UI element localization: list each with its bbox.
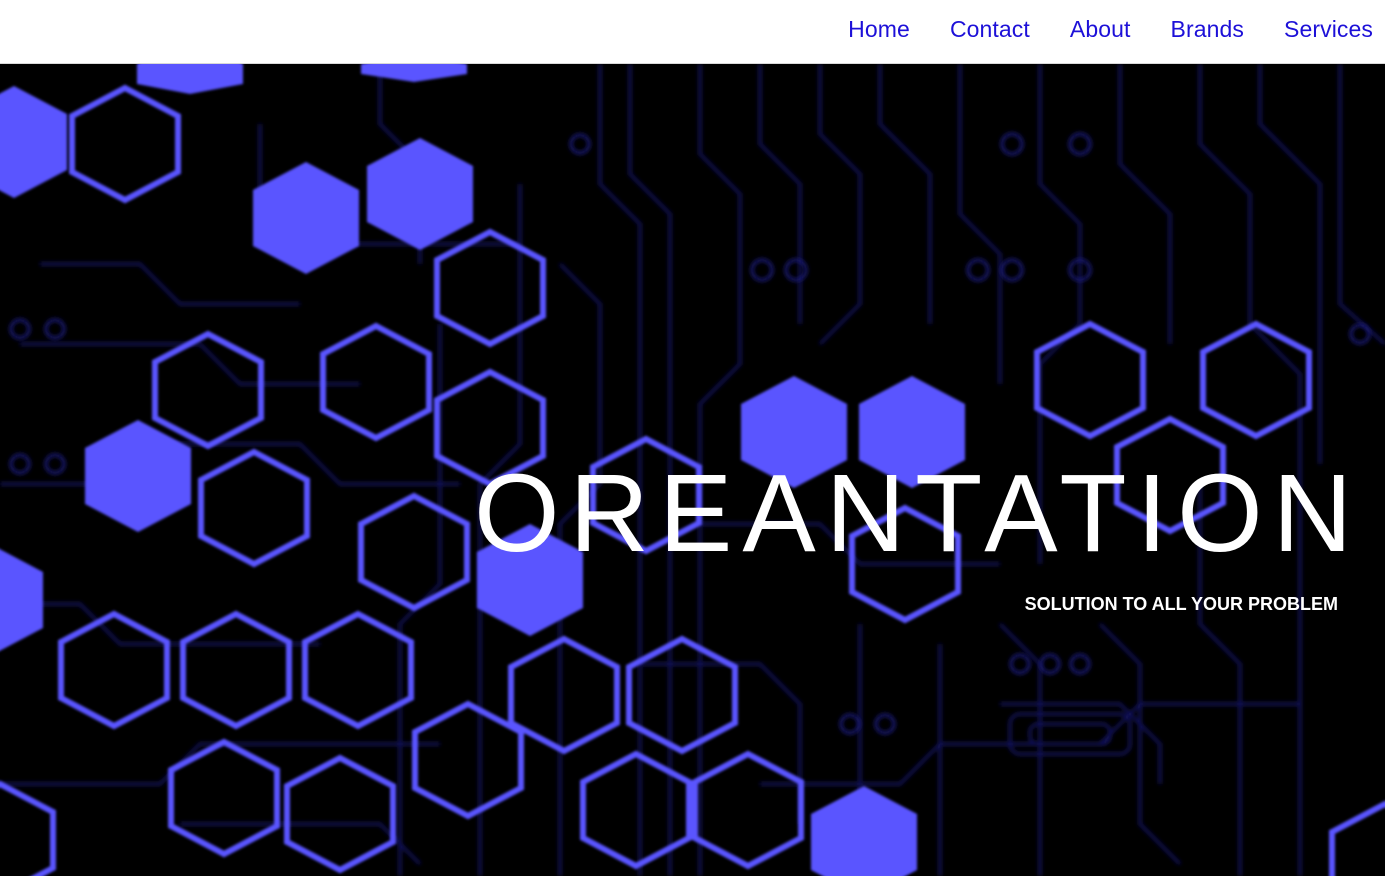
nav-item-about: About xyxy=(1070,16,1131,43)
hero-subtitle: SOLUTION TO ALL YOUR PROBLEM xyxy=(1024,594,1338,614)
nav-item-home: Home xyxy=(848,16,910,43)
hero-banner: OREANTATION SOLUTION TO ALL YOUR PROBLEM xyxy=(0,64,1385,876)
nav-item-brands: Brands xyxy=(1171,16,1244,43)
nav-menu: Home Contact About Brands Services xyxy=(848,16,1373,43)
nav-link-brands[interactable]: Brands xyxy=(1171,16,1244,42)
nav-link-about[interactable]: About xyxy=(1070,16,1131,42)
nav-item-contact: Contact xyxy=(950,16,1030,43)
top-navbar: Home Contact About Brands Services xyxy=(0,0,1385,64)
nav-link-contact[interactable]: Contact xyxy=(950,16,1030,42)
nav-link-services[interactable]: Services xyxy=(1284,16,1373,42)
nav-item-services: Services xyxy=(1284,16,1373,43)
nav-link-home[interactable]: Home xyxy=(848,16,910,42)
hero-title: OREANTATION xyxy=(474,452,1363,575)
